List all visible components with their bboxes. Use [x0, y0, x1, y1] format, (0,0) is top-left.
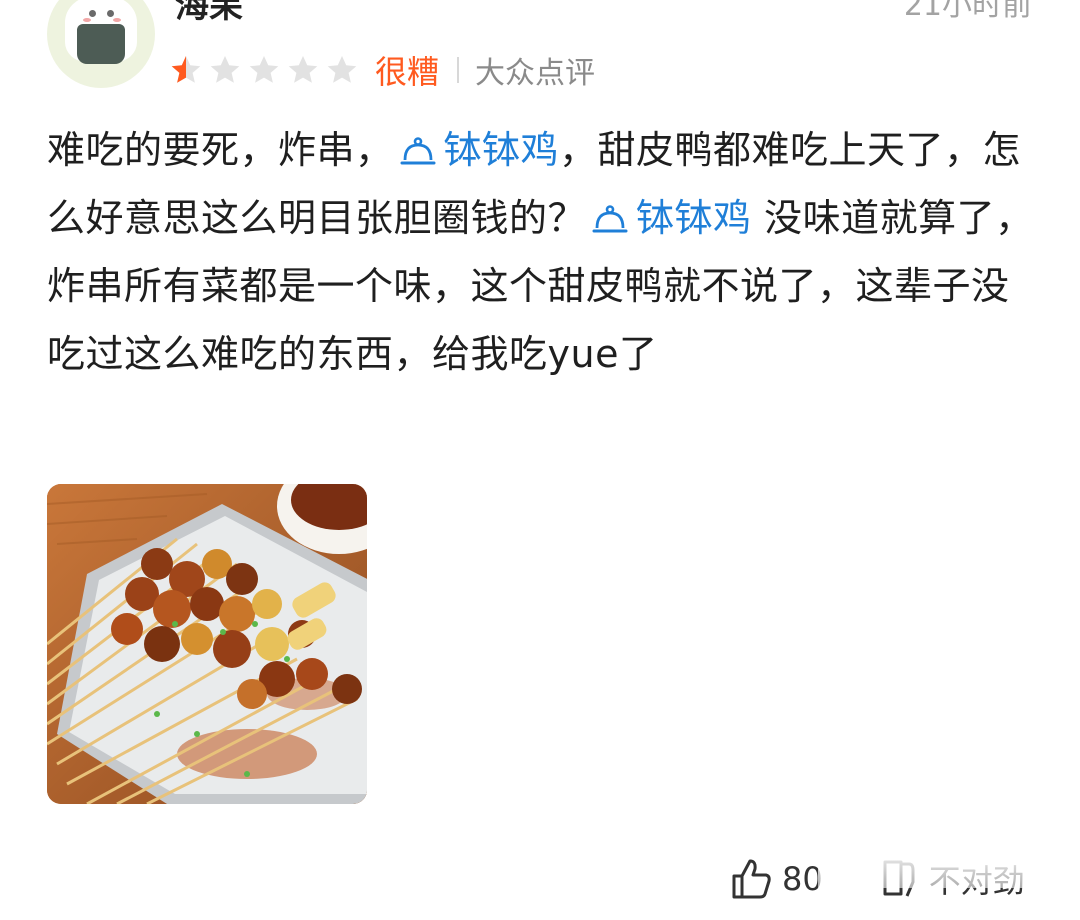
text-blur-overlay	[818, 848, 1038, 888]
skewers-photo-image	[47, 484, 367, 804]
dish-tag-label: 钵钵鸡	[443, 128, 560, 172]
review-photo[interactable]	[47, 484, 367, 804]
avatar[interactable]	[47, 0, 155, 88]
rating-label: 很糟	[375, 53, 440, 91]
dish-cloche-icon	[400, 137, 436, 165]
star-icon	[327, 56, 357, 83]
star-rating	[170, 54, 365, 86]
star-icon	[288, 56, 318, 83]
rating-row: 很糟 大众点评	[170, 48, 595, 92]
dish-tag-label: 钵钵鸡	[636, 196, 752, 240]
post-time: 21小时前	[903, 0, 1032, 23]
avatar-blush	[83, 18, 91, 22]
review-text-segment: 难吃的要死，炸串，	[47, 128, 394, 172]
avatar-blush	[113, 18, 121, 22]
star-icon	[249, 56, 279, 83]
star-icon	[171, 56, 201, 83]
like-count: 80	[782, 860, 823, 898]
dish-tag-link[interactable]: 钵钵鸡	[586, 196, 752, 240]
review-text: 难吃的要死，炸串， 钵钵鸡，甜皮鸭都难吃上天了，怎么好意思这么明目张胆圈钱的？ 钵钵…	[47, 116, 1037, 388]
avatar-seaweed	[77, 24, 125, 64]
review-source: 大众点评	[475, 56, 596, 91]
username[interactable]: 海苿	[175, 0, 243, 26]
star-icon	[210, 56, 240, 83]
thumbs-up-icon	[732, 859, 771, 899]
dish-tag-link[interactable]: 钵钵鸡	[394, 128, 560, 172]
like-button[interactable]: 80	[728, 856, 823, 902]
avatar-eye	[89, 10, 96, 17]
avatar-eye	[107, 10, 114, 17]
dish-cloche-icon	[592, 205, 628, 233]
divider	[457, 57, 460, 83]
